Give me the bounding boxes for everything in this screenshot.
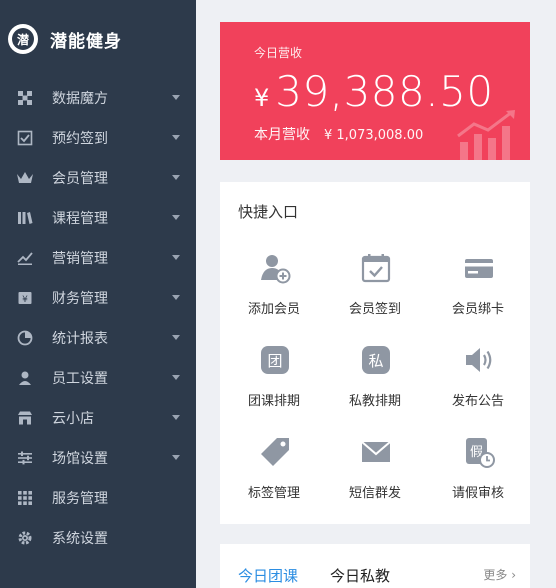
today-revenue-label: 今日营收 (254, 46, 303, 60)
caret-down-icon (172, 335, 180, 340)
sidebar-item-label: 会员管理 (52, 171, 108, 187)
quick-access-card: 快捷入口 添加会员 会员签到 会员绑卡 团 团课排期 私 私教排期 发布公告 标… (220, 182, 530, 524)
apps-grid-icon (16, 489, 34, 507)
private-class-icon: 私 (362, 346, 390, 374)
sidebar-item-reports[interactable]: 统计报表 (0, 318, 196, 358)
growth-chart-icon (457, 110, 515, 160)
icon-glyph: 团 (267, 352, 282, 370)
leave-review-icon: 假 (466, 438, 495, 468)
publish-notice-button[interactable]: 发布公告 (426, 344, 530, 434)
quick-item-label: 请假审核 (451, 486, 504, 501)
sidebar-item-courses[interactable]: 课程管理 (0, 198, 196, 238)
sidebar-item-finance[interactable]: ¥ 财务管理 (0, 278, 196, 318)
quick-item-label: 添加会员 (247, 302, 300, 317)
cube-grid-icon (16, 89, 34, 107)
caret-down-icon (172, 95, 180, 100)
sidebar-item-store[interactable]: 云小店 (0, 398, 196, 438)
private-class-schedule-button[interactable]: 私 私教排期 (323, 344, 427, 434)
caret-down-icon (172, 415, 180, 420)
sidebar-item-label: 云小店 (52, 411, 94, 427)
quick-item-label: 会员绑卡 (451, 302, 504, 317)
tab-today-group-class[interactable]: 今日团课 (238, 565, 298, 586)
sms-broadcast-button[interactable]: 短信群发 (323, 436, 427, 526)
month-revenue-value: ¥ 1,073,008.00 (324, 128, 424, 143)
sidebar-item-label: 财务管理 (52, 291, 108, 307)
brand[interactable]: 潜 潜能健身 (0, 0, 196, 78)
month-revenue-label: 本月营收 (254, 127, 310, 143)
more-link[interactable]: 更多 › (483, 566, 516, 583)
sidebar-item-members[interactable]: 会员管理 (0, 158, 196, 198)
logo-mark: 潜 (12, 28, 34, 50)
sidebar-item-settings[interactable]: 系统设置 (0, 518, 196, 558)
logo: 潜 (8, 24, 38, 54)
tag-management-button[interactable]: 标签管理 (222, 436, 326, 526)
group-class-icon: 团 (261, 346, 289, 374)
brand-name: 潜能健身 (50, 31, 122, 52)
quick-item-label: 标签管理 (247, 486, 300, 501)
sidebar-item-label: 营销管理 (52, 251, 108, 267)
caret-down-icon (172, 135, 180, 140)
bind-card-button[interactable]: 会员绑卡 (426, 252, 530, 342)
quick-item-label: 会员签到 (348, 302, 401, 317)
tag-icon (261, 438, 289, 466)
sidebar-item-marketing[interactable]: 营销管理 (0, 238, 196, 278)
add-member-button[interactable]: 添加会员 (222, 252, 326, 342)
quick-item-label: 私教排期 (348, 394, 401, 409)
sidebar-item-label: 预约签到 (52, 131, 108, 147)
member-checkin-button[interactable]: 会员签到 (323, 252, 427, 342)
currency-symbol: ¥ (254, 84, 270, 112)
checkbox-icon (16, 129, 34, 147)
revenue-card: 今日营收 ¥ 39,388.50 本月营收 ¥ 1,073,008.00 (220, 22, 530, 160)
sidebar-item-label: 课程管理 (52, 211, 108, 227)
quick-access-title: 快捷入口 (238, 203, 299, 221)
sidebar-item-venue[interactable]: 场馆设置 (0, 438, 196, 478)
sidebar-item-label: 场馆设置 (52, 451, 108, 467)
caret-down-icon (172, 295, 180, 300)
quick-item-label: 发布公告 (451, 394, 504, 409)
sidebar: 潜 潜能健身 数据魔方 预约签到 会员管理 课程管理 营销管理 ¥ 财务管理 统… (0, 0, 196, 588)
caret-down-icon (172, 255, 180, 260)
group-class-schedule-button[interactable]: 团 团课排期 (222, 344, 326, 434)
svg-text:¥: ¥ (22, 295, 28, 305)
sidebar-item-label: 员工设置 (52, 371, 108, 387)
store-icon (16, 409, 34, 427)
pie-chart-icon (16, 329, 34, 347)
sidebar-item-label: 服务管理 (52, 491, 108, 507)
sidebar-item-label: 数据魔方 (52, 91, 108, 107)
mail-icon (361, 441, 391, 462)
trend-chart-icon (16, 249, 34, 267)
caret-down-icon (172, 455, 180, 460)
icon-glyph: 私 (368, 352, 383, 370)
main-content: 今日营收 ¥ 39,388.50 本月营收 ¥ 1,073,008.00 快捷入口 (196, 0, 556, 588)
card-icon (465, 259, 493, 278)
tab-today-private-class[interactable]: 今日私教 (330, 565, 390, 586)
quick-item-label: 短信群发 (348, 486, 401, 501)
sidebar-item-staff[interactable]: 员工设置 (0, 358, 196, 398)
sidebar-item-label: 统计报表 (52, 331, 108, 347)
calendar-check-icon (361, 254, 391, 283)
books-icon (16, 209, 34, 227)
gear-icon (16, 529, 34, 547)
caret-down-icon (172, 375, 180, 380)
user-icon (16, 369, 34, 387)
speaker-icon (466, 348, 492, 372)
sidebar-item-services[interactable]: 服务管理 (0, 478, 196, 518)
sidebar-item-label: 系统设置 (52, 531, 108, 547)
caret-down-icon (172, 215, 180, 220)
add-user-icon (261, 255, 291, 284)
quick-item-label: 团课排期 (247, 394, 300, 409)
sliders-icon (16, 449, 34, 467)
today-classes-card: 今日团课 今日私教 更多 › (220, 544, 530, 588)
caret-down-icon (172, 175, 180, 180)
sidebar-nav: 数据魔方 预约签到 会员管理 课程管理 营销管理 ¥ 财务管理 统计报表 员工设… (0, 78, 196, 558)
leave-review-button[interactable]: 假 请假审核 (426, 436, 530, 526)
cash-icon: ¥ (16, 289, 34, 307)
crown-icon (16, 169, 34, 187)
sidebar-item-data-cube[interactable]: 数据魔方 (0, 78, 196, 118)
sidebar-item-booking[interactable]: 预约签到 (0, 118, 196, 158)
